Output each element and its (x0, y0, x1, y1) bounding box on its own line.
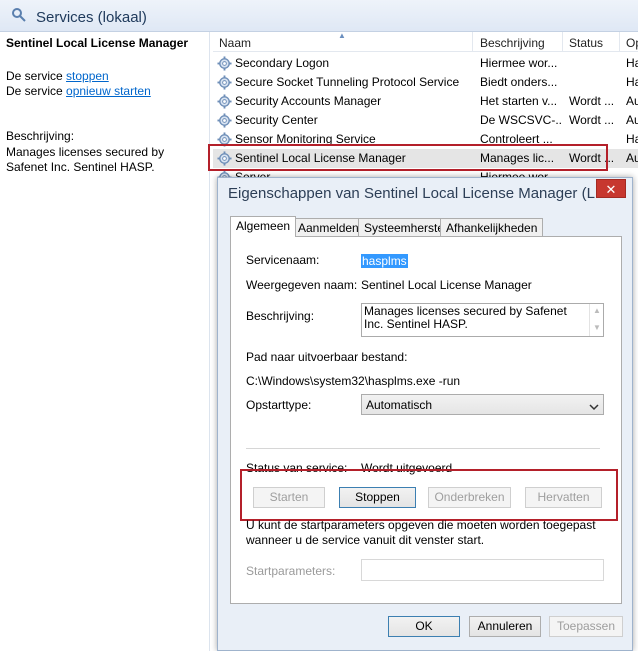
description-scrollbar[interactable]: ▲ ▼ (589, 304, 603, 336)
column-header-name[interactable]: Naam (219, 36, 251, 50)
service-startup-cell: Ha (626, 75, 638, 89)
description-field-label: Beschrijving: (246, 309, 315, 323)
service-name-cell: Security Accounts Manager (235, 94, 382, 108)
service-name-value[interactable]: hasplms (361, 254, 408, 268)
column-divider[interactable] (562, 32, 563, 52)
executable-path-label: Pad naar uitvoerbaar bestand: (246, 350, 408, 364)
dialog-title: Eigenschappen van Sentinel Local License… (228, 185, 608, 202)
column-divider[interactable] (472, 32, 473, 52)
service-description-cell: Het starten v... (480, 94, 558, 108)
service-status-cell: Wordt ... (569, 113, 615, 127)
service-name-cell: Secure Socket Tunneling Protocol Service (235, 75, 460, 89)
tab-logon[interactable]: Aanmelden (292, 218, 365, 236)
services-search-icon (11, 7, 27, 26)
description-label: Beschrijving: (6, 129, 75, 143)
description-field-value: Manages licenses secured by Safenet Inc.… (364, 304, 567, 331)
service-name-cell: Security Center (235, 113, 318, 127)
tab-recovery[interactable]: Systeemherstel (358, 218, 453, 236)
start-parameters-note: U kunt de startparameters opgeven die mo… (246, 518, 596, 547)
column-header-status[interactable]: Status (569, 36, 603, 50)
service-startup-cell: Au (626, 151, 638, 165)
description-text: Manages licenses secured by Safenet Inc.… (6, 145, 165, 174)
service-startup-cell: Ha (626, 132, 638, 146)
console-title: Services (lokaal) (36, 9, 147, 26)
apply-button[interactable]: Toepassen (549, 616, 623, 637)
general-tab-panel: Servicenaam: hasplms Weergegeven naam: S… (230, 236, 622, 604)
start-parameters-input[interactable] (361, 559, 604, 581)
service-startup-cell: Au (626, 94, 638, 108)
gear-icon (217, 56, 232, 74)
restart-line: De service opnieuw starten (6, 84, 151, 98)
startup-type-label: Opstarttype: (246, 398, 312, 412)
executable-path-value: C:\Windows\system32\hasplms.exe -run (246, 374, 461, 388)
service-description-cell: Hiermee wor... (480, 56, 558, 70)
selected-service-title: Sentinel Local License Manager (6, 36, 189, 50)
console-title-bar: Services (lokaal) (0, 0, 638, 32)
display-name-value: Sentinel Local License Manager (361, 278, 532, 292)
service-name-label: Servicenaam: (246, 253, 320, 267)
restart-line-prefix: De service (6, 84, 63, 98)
column-divider[interactable] (619, 32, 620, 52)
service-row[interactable]: Secondary Logon Hiermee wor... Ha (213, 54, 638, 73)
service-row[interactable]: Secure Socket Tunneling Protocol Service… (213, 73, 638, 92)
highlight-box-control-buttons (240, 469, 618, 521)
stop-line: De service stoppen (6, 69, 109, 83)
column-header-description[interactable]: Beschrijving (480, 36, 545, 50)
service-description-cell: De WSCSVC-... (480, 113, 562, 127)
tab-dependencies[interactable]: Afhankelijkheden (440, 218, 544, 236)
service-startup-cell: Au (626, 113, 638, 127)
service-detail-pane: Sentinel Local License Manager De servic… (0, 32, 210, 651)
tab-general[interactable]: Algemeen (230, 216, 297, 237)
description-textbox[interactable]: Manages licenses secured by Safenet Inc.… (361, 303, 604, 337)
gear-icon (217, 113, 232, 131)
service-description-cell: Biedt onders... (480, 75, 558, 89)
column-header-startup[interactable]: Op (626, 36, 638, 50)
stop-service-link[interactable]: stoppen (66, 69, 109, 83)
cancel-button[interactable]: Annuleren (469, 616, 541, 637)
services-list-header: Naam ▲ Beschrijving Status Op (213, 31, 638, 52)
service-row[interactable]: Security Accounts Manager Het starten v..… (213, 92, 638, 111)
ok-button[interactable]: OK (388, 616, 460, 637)
service-row[interactable]: Security Center De WSCSVC-... Wordt ... Au (213, 111, 638, 130)
service-status-cell: Wordt ... (569, 94, 615, 108)
scroll-up-icon: ▲ (593, 306, 601, 315)
restart-service-link[interactable]: opnieuw starten (66, 84, 151, 98)
highlight-box-selected-service (208, 144, 608, 171)
start-parameters-label: Startparameters: (246, 564, 336, 578)
gear-icon (217, 75, 232, 93)
close-button[interactable]: ✕ (596, 179, 626, 198)
service-name-cell: Secondary Logon (235, 56, 330, 70)
startup-type-value: Automatisch (366, 398, 433, 412)
startup-type-select[interactable]: Automatisch (361, 394, 604, 415)
scroll-down-icon: ▼ (593, 323, 601, 332)
service-startup-cell: Ha (626, 56, 638, 70)
chevron-down-icon (589, 400, 599, 414)
separator (246, 448, 600, 449)
display-name-label: Weergegeven naam: (246, 278, 358, 292)
sort-ascending-icon: ▲ (338, 31, 346, 40)
gear-icon (217, 94, 232, 112)
close-icon: ✕ (605, 182, 617, 197)
properties-dialog: Eigenschappen van Sentinel Local License… (217, 177, 633, 651)
stop-line-prefix: De service (6, 69, 63, 83)
